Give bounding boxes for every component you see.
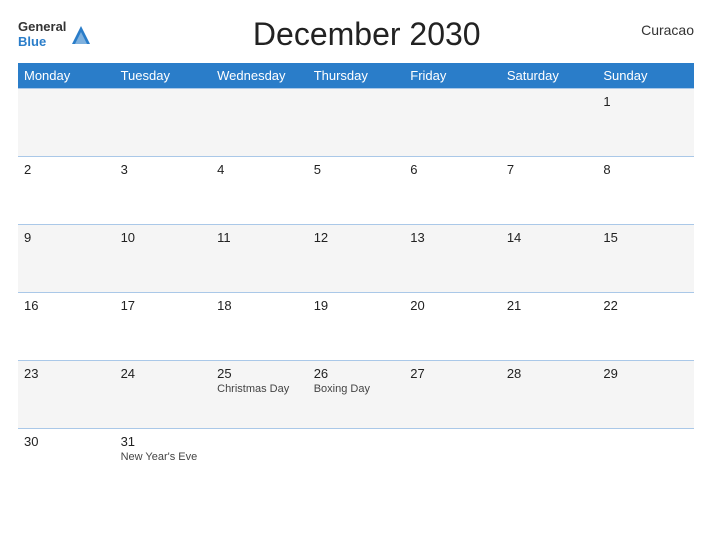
weekday-header-friday: Friday (404, 63, 501, 89)
calendar-cell: 2 (18, 157, 115, 225)
calendar-cell: 12 (308, 225, 405, 293)
calendar-cell: 5 (308, 157, 405, 225)
calendar-cell: 17 (115, 293, 212, 361)
day-number: 1 (603, 94, 688, 109)
day-event: Christmas Day (217, 383, 302, 395)
calendar-cell: 4 (211, 157, 308, 225)
day-number: 21 (507, 298, 592, 313)
calendar-cell: 26 Boxing Day (308, 361, 405, 429)
calendar-cell (211, 89, 308, 157)
weekday-header-tuesday: Tuesday (115, 63, 212, 89)
logo-general-text: General (18, 20, 66, 34)
calendar-cell (308, 89, 405, 157)
day-number: 6 (410, 162, 495, 177)
calendar-cell: 3 (115, 157, 212, 225)
calendar-cell: 20 (404, 293, 501, 361)
day-number: 22 (603, 298, 688, 313)
calendar-cell (597, 429, 694, 497)
calendar-cell (115, 89, 212, 157)
calendar-grid: MondayTuesdayWednesdayThursdayFridaySatu… (18, 63, 694, 497)
day-number: 2 (24, 162, 109, 177)
calendar-wrapper: General Blue December 2030 Curacao Monda… (0, 0, 712, 550)
calendar-cell (404, 429, 501, 497)
weekday-header-saturday: Saturday (501, 63, 598, 89)
day-number: 18 (217, 298, 302, 313)
calendar-cell: 31 New Year's Eve (115, 429, 212, 497)
calendar-cell (308, 429, 405, 497)
day-number: 27 (410, 366, 495, 381)
day-number: 7 (507, 162, 592, 177)
calendar-cell: 15 (597, 225, 694, 293)
calendar-header: General Blue December 2030 Curacao (18, 16, 694, 53)
day-number: 30 (24, 434, 109, 449)
weekday-header-row: MondayTuesdayWednesdayThursdayFridaySatu… (18, 63, 694, 89)
region-label: Curacao (641, 16, 694, 38)
day-number: 24 (121, 366, 206, 381)
calendar-week-row: 23 24 25 Christmas Day 26 Boxing Day 27 28 29 (18, 361, 694, 429)
calendar-cell: 22 (597, 293, 694, 361)
logo: General Blue (18, 20, 92, 49)
calendar-cell: 18 (211, 293, 308, 361)
calendar-cell: 21 (501, 293, 598, 361)
calendar-cell (211, 429, 308, 497)
day-number: 15 (603, 230, 688, 245)
day-number: 16 (24, 298, 109, 313)
day-number: 23 (24, 366, 109, 381)
weekday-header-wednesday: Wednesday (211, 63, 308, 89)
day-number: 20 (410, 298, 495, 313)
calendar-cell: 13 (404, 225, 501, 293)
calendar-cell: 29 (597, 361, 694, 429)
calendar-cell: 7 (501, 157, 598, 225)
calendar-cell: 8 (597, 157, 694, 225)
calendar-cell (501, 89, 598, 157)
calendar-title: December 2030 (92, 16, 641, 53)
weekday-header-thursday: Thursday (308, 63, 405, 89)
day-number: 31 (121, 434, 206, 449)
calendar-cell (501, 429, 598, 497)
day-number: 5 (314, 162, 399, 177)
calendar-week-row: 30 31 New Year's Eve (18, 429, 694, 497)
day-number: 9 (24, 230, 109, 245)
logo-icon (70, 24, 92, 46)
calendar-cell: 1 (597, 89, 694, 157)
day-number: 19 (314, 298, 399, 313)
day-number: 14 (507, 230, 592, 245)
calendar-cell: 19 (308, 293, 405, 361)
day-number: 3 (121, 162, 206, 177)
calendar-cell: 27 (404, 361, 501, 429)
calendar-cell (404, 89, 501, 157)
day-number: 12 (314, 230, 399, 245)
calendar-week-row: 16 17 18 19 20 21 22 (18, 293, 694, 361)
calendar-cell: 25 Christmas Day (211, 361, 308, 429)
day-number: 10 (121, 230, 206, 245)
day-event: New Year's Eve (121, 451, 206, 463)
calendar-cell (18, 89, 115, 157)
day-number: 11 (217, 230, 302, 245)
logo-blue-text: Blue (18, 35, 66, 49)
calendar-cell: 23 (18, 361, 115, 429)
calendar-cell: 10 (115, 225, 212, 293)
day-number: 28 (507, 366, 592, 381)
calendar-week-row: 9 10 11 12 13 14 15 (18, 225, 694, 293)
calendar-cell: 9 (18, 225, 115, 293)
day-number: 13 (410, 230, 495, 245)
day-number: 17 (121, 298, 206, 313)
day-number: 4 (217, 162, 302, 177)
day-number: 26 (314, 366, 399, 381)
weekday-header-monday: Monday (18, 63, 115, 89)
day-number: 8 (603, 162, 688, 177)
weekday-header-sunday: Sunday (597, 63, 694, 89)
calendar-cell: 30 (18, 429, 115, 497)
day-event: Boxing Day (314, 383, 399, 395)
day-number: 25 (217, 366, 302, 381)
calendar-cell: 28 (501, 361, 598, 429)
calendar-cell: 16 (18, 293, 115, 361)
calendar-cell: 6 (404, 157, 501, 225)
day-number: 29 (603, 366, 688, 381)
calendar-cell: 14 (501, 225, 598, 293)
calendar-cell: 11 (211, 225, 308, 293)
calendar-cell: 24 (115, 361, 212, 429)
calendar-week-row: 2345678 (18, 157, 694, 225)
calendar-week-row: 1 (18, 89, 694, 157)
